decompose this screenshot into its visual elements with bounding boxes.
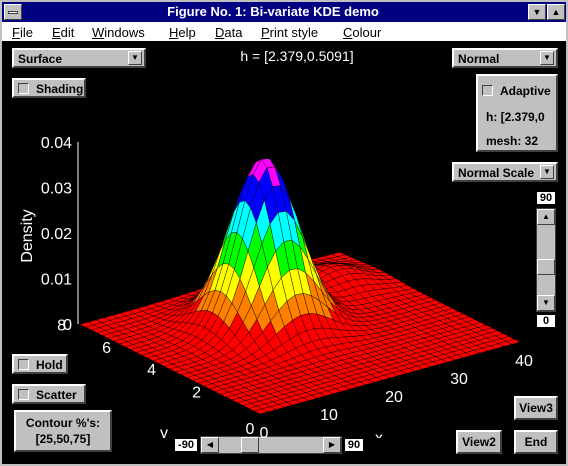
menu-windows[interactable]: Windows bbox=[92, 25, 145, 40]
y-tick-label: 8 bbox=[57, 317, 66, 334]
menu-print-style[interactable]: Print style bbox=[261, 25, 318, 40]
z-tick-label: 0.04 bbox=[41, 135, 72, 152]
surface-plot: 0.040.030.020.010 010203040 02468 Densit… bbox=[19, 135, 533, 438]
checkbox-icon bbox=[482, 85, 493, 96]
y-tick-label: 4 bbox=[147, 362, 156, 379]
menu-data[interactable]: Data bbox=[215, 25, 242, 40]
system-menu-icon bbox=[8, 11, 18, 14]
scroll-left-button[interactable]: ◀ bbox=[201, 437, 219, 453]
kernel-dropdown[interactable]: Normal ▼ bbox=[452, 48, 558, 68]
azimuth-max-label: 90 bbox=[344, 438, 364, 452]
z-tick-label: 0.02 bbox=[41, 226, 72, 243]
checkbox-icon bbox=[18, 83, 29, 94]
menu-colour[interactable]: Colour bbox=[343, 25, 381, 40]
x-tick-label: 30 bbox=[450, 371, 468, 388]
minimize-icon: ▼ bbox=[532, 7, 542, 17]
plot-type-value: Surface bbox=[18, 52, 63, 66]
menu-file[interactable]: File bbox=[12, 25, 33, 40]
azimuth-scrollbar[interactable]: ◀ ▶ bbox=[200, 436, 342, 454]
chevron-down-icon[interactable]: ▼ bbox=[128, 51, 142, 65]
adaptive-checkbox[interactable]: Adaptive bbox=[478, 82, 556, 102]
scroll-thumb[interactable] bbox=[241, 437, 259, 453]
adaptive-label: Adaptive bbox=[500, 84, 551, 98]
x-tick-label: 10 bbox=[320, 407, 338, 424]
bandwidth-text: h = [2.379,0.5091] bbox=[240, 48, 354, 64]
arrow-left-icon: ◀ bbox=[206, 440, 214, 449]
y-axis-label: y bbox=[160, 425, 168, 438]
azimuth-min-label: -90 bbox=[174, 438, 198, 452]
menu-edit[interactable]: Edit bbox=[52, 25, 74, 40]
figure-window: Figure No. 1: Bi-variate KDE demo ▼ ▲ Fi… bbox=[0, 0, 568, 466]
system-menu-button[interactable] bbox=[4, 4, 22, 20]
title-bar[interactable]: Figure No. 1: Bi-variate KDE demo ▼ ▲ bbox=[2, 2, 566, 22]
shading-checkbox[interactable]: Shading bbox=[12, 78, 86, 98]
scroll-right-button[interactable]: ▶ bbox=[323, 437, 341, 453]
menu-bar: File Edit Windows Help Data Print style … bbox=[2, 22, 566, 42]
y-tick-label: 2 bbox=[192, 385, 201, 402]
arrow-right-icon: ▶ bbox=[328, 440, 336, 449]
kernel-value: Normal bbox=[458, 52, 500, 66]
z-axis-label: Density bbox=[19, 209, 36, 262]
x-axis-label: x bbox=[375, 430, 383, 438]
maximize-button[interactable]: ▲ bbox=[547, 4, 565, 20]
y-tick-label: 0 bbox=[246, 421, 255, 438]
z-tick-label: 0.03 bbox=[41, 181, 72, 198]
maximize-icon: ▲ bbox=[551, 7, 561, 17]
minimize-button[interactable]: ▼ bbox=[528, 4, 546, 20]
z-tick-label: 0.01 bbox=[41, 272, 72, 289]
plot-type-dropdown[interactable]: Surface ▼ bbox=[12, 48, 146, 68]
chevron-down-icon[interactable]: ▼ bbox=[540, 51, 554, 65]
y-tick-label: 6 bbox=[102, 340, 111, 357]
x-tick-label: 0 bbox=[260, 425, 269, 438]
menu-help[interactable]: Help bbox=[169, 25, 196, 40]
window-title: Figure No. 1: Bi-variate KDE demo bbox=[167, 4, 379, 19]
shading-label: Shading bbox=[36, 82, 84, 96]
x-tick-label: 40 bbox=[515, 353, 533, 370]
x-tick-label: 20 bbox=[385, 389, 403, 406]
